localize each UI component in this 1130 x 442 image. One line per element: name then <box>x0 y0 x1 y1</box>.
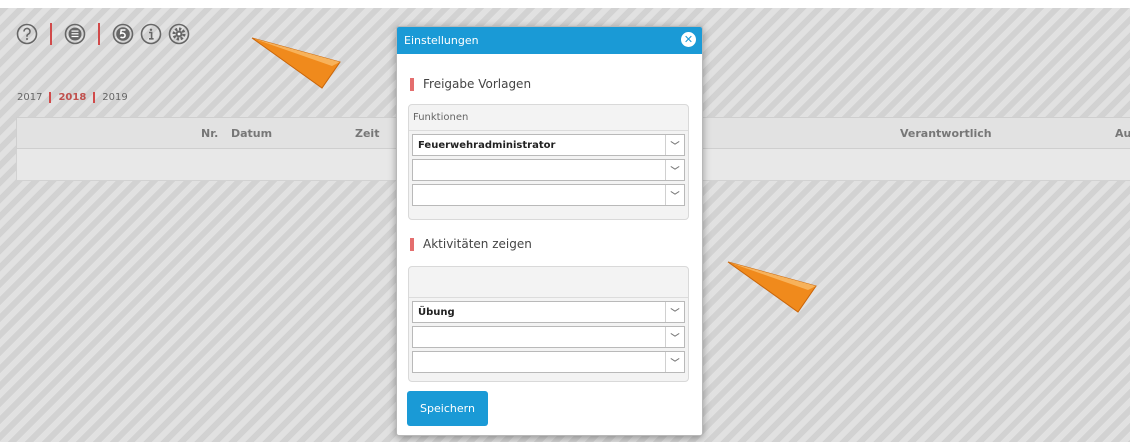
dialog-title: Einstellungen <box>404 34 479 47</box>
number-five-icon[interactable] <box>112 23 134 45</box>
column-header-zeit[interactable]: Zeit <box>355 127 379 140</box>
column-header-verantwortlich[interactable]: Verantwortlich <box>900 127 992 140</box>
toolbar-separator <box>98 23 100 45</box>
column-header-datum[interactable]: Datum <box>231 127 272 140</box>
activity-select-1[interactable]: Übung ﹀ <box>412 301 685 323</box>
chevron-down-icon[interactable]: ﹀ <box>665 185 684 205</box>
save-button[interactable]: Speichern <box>407 391 488 426</box>
panel-funktionen: Funktionen Feuerwehradministrator ﹀ ﹀ ﹀ <box>408 104 689 220</box>
top-bar <box>0 0 1130 8</box>
panel-aktivitaeten: Übung ﹀ ﹀ ﹀ <box>408 266 689 382</box>
select-value: Übung <box>418 306 455 318</box>
function-select-3[interactable]: ﹀ <box>412 184 685 206</box>
activity-select-3[interactable]: ﹀ <box>412 351 685 373</box>
function-select-2[interactable]: ﹀ <box>412 159 685 181</box>
toolbar <box>16 20 190 48</box>
section-title-text: Freigabe Vorlagen <box>423 77 532 91</box>
activity-select-2[interactable]: ﹀ <box>412 326 685 348</box>
select-value: Feuerwehradministrator <box>418 139 556 151</box>
column-header-au[interactable]: Au <box>1115 127 1130 140</box>
gear-icon[interactable] <box>168 23 190 45</box>
info-icon[interactable] <box>140 23 162 45</box>
chevron-down-icon[interactable]: ﹀ <box>665 135 684 155</box>
year-link-active[interactable]: 2018 <box>58 92 86 103</box>
year-link[interactable]: 2019 <box>102 92 127 103</box>
panel-header: Funktionen <box>409 105 688 131</box>
section-title-freigabe: Freigabe Vorlagen <box>410 77 531 91</box>
settings-dialog: Einstellungen ✕ Freigabe Vorlagen Funkti… <box>396 26 703 436</box>
close-icon[interactable]: ✕ <box>681 32 696 47</box>
column-header-nr[interactable]: Nr. <box>201 127 218 140</box>
help-icon[interactable] <box>16 23 38 45</box>
chevron-down-icon[interactable]: ﹀ <box>665 327 684 347</box>
chevron-down-icon[interactable]: ﹀ <box>665 302 684 322</box>
section-marker <box>410 237 414 251</box>
chevron-down-icon[interactable]: ﹀ <box>665 160 684 180</box>
dialog-header: Einstellungen ✕ <box>397 27 702 54</box>
section-title-aktivitaeten: Aktivitäten zeigen <box>410 237 532 251</box>
year-separator <box>93 92 96 103</box>
chevron-down-icon[interactable]: ﹀ <box>665 352 684 372</box>
pointer-arrow-icon <box>251 37 341 89</box>
toolbar-separator <box>50 23 52 45</box>
panel-header <box>409 267 688 298</box>
year-selector: 2017 2018 2019 <box>17 92 128 103</box>
pointer-arrow-icon <box>727 261 817 313</box>
function-select-1[interactable]: Feuerwehradministrator ﹀ <box>412 134 685 156</box>
year-link[interactable]: 2017 <box>17 92 42 103</box>
year-separator <box>49 92 52 103</box>
section-title-text: Aktivitäten zeigen <box>423 237 532 251</box>
section-marker <box>410 77 414 91</box>
list-icon[interactable] <box>64 23 86 45</box>
